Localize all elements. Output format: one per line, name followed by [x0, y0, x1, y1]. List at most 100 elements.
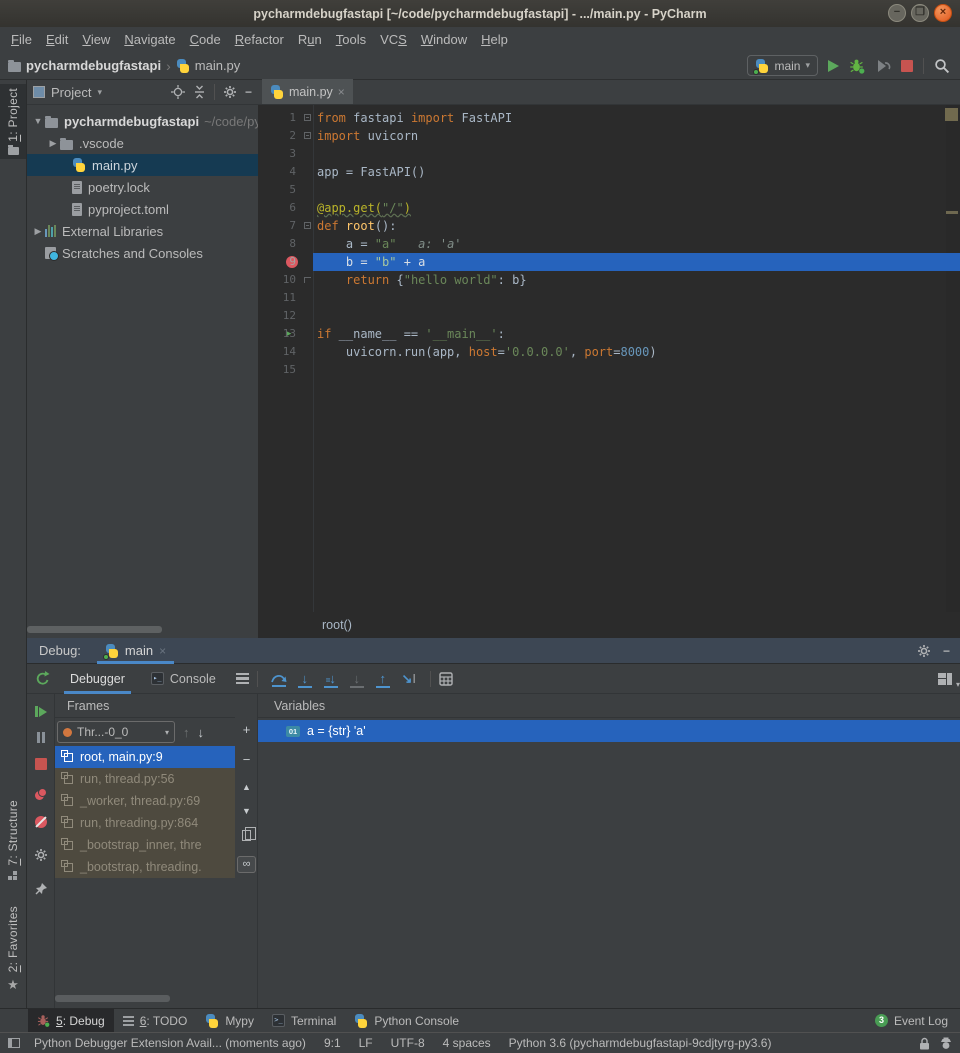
- tree-item--vscode[interactable]: ▶.vscode: [27, 132, 258, 154]
- search-icon[interactable]: [934, 58, 950, 74]
- toggle-tool-windows-icon[interactable]: [8, 1038, 20, 1048]
- run-to-cursor-button[interactable]: ↘I: [396, 671, 422, 687]
- stack-frame-row[interactable]: _worker, thread.py:69: [55, 790, 235, 812]
- hide-panel-icon[interactable]: −: [943, 644, 950, 658]
- code-line-10[interactable]: 10 return {"hello world": b}: [258, 271, 960, 289]
- debug-session-tab[interactable]: main ×: [97, 638, 174, 664]
- toolbar-item-mypy[interactable]: Mypy: [196, 1009, 263, 1033]
- gear-icon[interactable]: [917, 644, 931, 658]
- editor-breadcrumb[interactable]: root(): [322, 618, 352, 632]
- toolbar-item-event-log[interactable]: 3 Event Log: [875, 1014, 960, 1028]
- indent-indicator[interactable]: 4 spaces: [443, 1036, 491, 1050]
- tree-item-poetry-lock[interactable]: poetry.lock: [27, 176, 258, 198]
- caret-position[interactable]: 9:1: [324, 1036, 341, 1050]
- menu-item-refactor[interactable]: Refactor: [228, 27, 291, 52]
- editor-tab-main-py[interactable]: main.py ×: [262, 79, 353, 104]
- gear-icon[interactable]: [223, 85, 237, 99]
- close-icon[interactable]: ×: [338, 85, 345, 99]
- pause-button[interactable]: [27, 732, 55, 743]
- step-into-button[interactable]: ↓: [292, 671, 318, 686]
- fold-icon[interactable]: [304, 132, 311, 139]
- code-line-4[interactable]: 4app = FastAPI(): [258, 163, 960, 181]
- code-line-7[interactable]: 7def root():: [258, 217, 960, 235]
- tree-expand-icon[interactable]: ▶: [46, 138, 60, 149]
- run-button[interactable]: [828, 60, 839, 72]
- add-watch-icon[interactable]: +: [235, 722, 258, 737]
- breadcrumb-project[interactable]: pycharmdebugfastapi: [26, 58, 161, 73]
- resume-button[interactable]: [27, 706, 55, 717]
- lock-icon[interactable]: [919, 1037, 930, 1050]
- chevron-down-icon[interactable]: ▾: [97, 87, 102, 98]
- evaluate-toggle-icon[interactable]: ∞: [235, 856, 258, 873]
- stack-frame-row[interactable]: _bootstrap_inner, thre: [55, 834, 235, 856]
- move-up-icon[interactable]: ▲: [235, 782, 258, 792]
- menu-item-code[interactable]: Code: [183, 27, 228, 52]
- menu-item-navigate[interactable]: Navigate: [117, 27, 182, 52]
- menu-item-run[interactable]: Run: [291, 27, 329, 52]
- tree-item-main-py[interactable]: main.py: [27, 154, 258, 176]
- thread-selector[interactable]: Thr...-0_0 ▾: [57, 721, 175, 743]
- frame-up-icon[interactable]: ↑: [183, 725, 190, 740]
- hide-panel-icon[interactable]: −: [245, 85, 252, 99]
- stop-button[interactable]: [27, 758, 55, 770]
- line-ending-indicator[interactable]: LF: [359, 1036, 373, 1050]
- menu-item-edit[interactable]: Edit: [39, 27, 75, 52]
- fold-icon[interactable]: [304, 114, 311, 121]
- stack-frame-row[interactable]: _bootstrap, threading.: [55, 856, 235, 878]
- code-line-15[interactable]: 15: [258, 361, 960, 379]
- stack-frame-row[interactable]: run, thread.py:56: [55, 768, 235, 790]
- tree-item-pycharmdebugfastapi[interactable]: ▼pycharmdebugfastapi~/code/pycharmdebugf…: [27, 110, 258, 132]
- inspections-profile-icon[interactable]: [940, 1037, 952, 1050]
- tree-collapse-icon[interactable]: ▼: [31, 116, 45, 126]
- status-message[interactable]: Python Debugger Extension Avail... (mome…: [34, 1036, 306, 1050]
- menu-item-tools[interactable]: Tools: [329, 27, 373, 52]
- code-line-13[interactable]: ▶13if __name__ == '__main__':: [258, 325, 960, 343]
- duplicate-watch-icon[interactable]: [235, 830, 258, 841]
- rerun-icon[interactable]: [35, 671, 50, 687]
- minimize-button[interactable]: −: [888, 4, 906, 22]
- code-line-6[interactable]: 6@app.get("/"): [258, 199, 960, 217]
- title-bar[interactable]: pycharmdebugfastapi [~/code/pycharmdebug…: [0, 0, 960, 27]
- fold-end-icon[interactable]: [304, 277, 311, 283]
- toolbar-item-debug[interactable]: 5: Debug: [28, 1009, 114, 1033]
- tree-item-external-libraries[interactable]: ▶External Libraries: [27, 220, 258, 242]
- mute-breakpoints-button[interactable]: [27, 816, 55, 828]
- tree-expand-icon[interactable]: ▶: [31, 226, 45, 237]
- layout-options-icon[interactable]: [236, 673, 249, 685]
- fold-icon[interactable]: [304, 222, 311, 229]
- menu-item-help[interactable]: Help: [474, 27, 515, 52]
- step-out-button[interactable]: ↑: [370, 671, 396, 686]
- stack-frame-row[interactable]: run, threading.py:864: [55, 812, 235, 834]
- locate-file-icon[interactable]: [171, 85, 185, 99]
- project-panel-title[interactable]: Project: [51, 85, 91, 100]
- smart-step-into-button[interactable]: ↓: [344, 671, 370, 686]
- stop-button[interactable]: [901, 60, 913, 72]
- tab-debugger[interactable]: Debugger: [64, 664, 131, 694]
- menu-item-vcs[interactable]: VCS: [373, 27, 414, 52]
- encoding-indicator[interactable]: UTF-8: [391, 1036, 425, 1050]
- breadcrumb-file[interactable]: main.py: [195, 58, 241, 73]
- code-line-3[interactable]: 3: [258, 145, 960, 163]
- evaluate-expression-icon[interactable]: [439, 672, 453, 686]
- pin-icon[interactable]: [27, 882, 55, 895]
- code-line-8[interactable]: 8 a = "a" a: 'a': [258, 235, 960, 253]
- run-with-coverage-button[interactable]: [875, 59, 891, 73]
- debug-button[interactable]: [849, 58, 865, 74]
- view-breakpoints-button[interactable]: [27, 788, 55, 800]
- collapse-all-icon[interactable]: [193, 85, 206, 99]
- tree-item-pyproject-toml[interactable]: pyproject.toml: [27, 198, 258, 220]
- restore-layout-icon[interactable]: [938, 673, 952, 685]
- toolbar-item-todo[interactable]: 6: TODO: [114, 1009, 197, 1033]
- code-line-2[interactable]: 2import uvicorn: [258, 127, 960, 145]
- tab-console[interactable]: ▸_ Console: [145, 664, 222, 694]
- close-icon[interactable]: ×: [159, 644, 166, 658]
- toolbar-item-python-console[interactable]: Python Console: [345, 1009, 468, 1033]
- sidebar-item-favorites[interactable]: 2: Favorites ★: [0, 902, 26, 997]
- code-line-14[interactable]: 14 uvicorn.run(app, host='0.0.0.0', port…: [258, 343, 960, 361]
- code-line-5[interactable]: 5: [258, 181, 960, 199]
- run-config-selector[interactable]: main ▾: [747, 55, 818, 76]
- code-line-1[interactable]: 1from fastapi import FastAPI: [258, 109, 960, 127]
- frames-horizontal-scrollbar[interactable]: [55, 995, 235, 1002]
- force-step-into-button[interactable]: =↓: [318, 671, 344, 686]
- variable-row[interactable]: 01 a = {str} 'a': [258, 720, 960, 742]
